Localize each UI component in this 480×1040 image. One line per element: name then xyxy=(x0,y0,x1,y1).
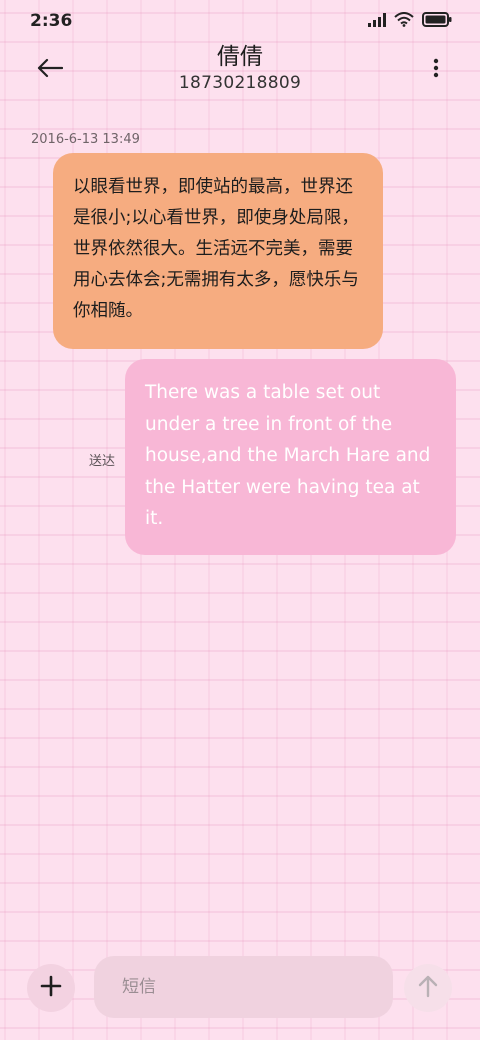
delivery-status: 送达 xyxy=(89,454,116,469)
sms-input[interactable] xyxy=(94,956,393,1018)
outgoing-message-bubble[interactable]: There was a table set out under a tree i… xyxy=(125,359,456,555)
contact-info: 倩倩 18730218809 xyxy=(0,42,480,94)
signal-icon xyxy=(368,12,386,31)
incoming-message-bubble[interactable]: 以眼看世界，即使站的最高，世界还是很小;以心看世界，即使身处局限，世界依然很大。… xyxy=(53,153,383,349)
message-composer xyxy=(0,950,480,1040)
status-time: 2:36 xyxy=(30,11,73,31)
conversation-header: 倩倩 18730218809 xyxy=(0,40,480,104)
message-text: 以眼看世界，即使站的最高，世界还是很小;以心看世界，即使身处局限，世界依然很大。… xyxy=(73,177,359,321)
more-options-button[interactable] xyxy=(428,56,444,84)
contact-phone-number: 18730218809 xyxy=(178,73,302,93)
status-bar: 2:36 xyxy=(0,0,480,40)
message-text: There was a table set out under a tree i… xyxy=(145,382,431,529)
send-arrow-icon xyxy=(418,974,438,1002)
add-attachment-button[interactable] xyxy=(27,964,75,1012)
contact-name: 倩倩 xyxy=(217,44,263,70)
plus-icon xyxy=(40,975,62,1001)
message-timestamp: 2016-6-13 13:49 xyxy=(31,132,140,147)
send-button[interactable] xyxy=(404,964,452,1012)
wifi-icon xyxy=(394,12,414,31)
battery-icon xyxy=(422,12,452,31)
status-icons xyxy=(368,12,452,31)
more-vert-icon xyxy=(433,58,439,82)
